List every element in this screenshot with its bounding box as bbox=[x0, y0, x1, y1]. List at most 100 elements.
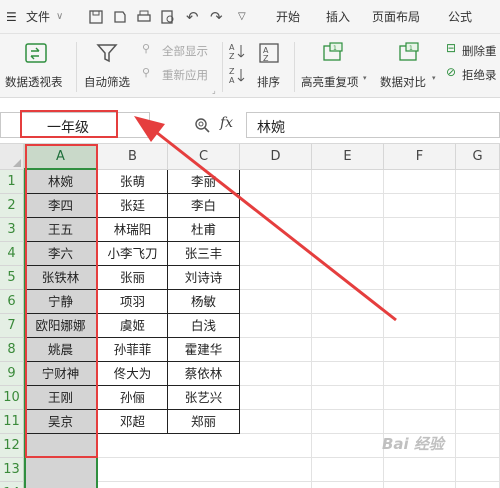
cell-b5[interactable]: 张丽 bbox=[98, 266, 168, 290]
pivot-table-button[interactable]: 数据透视表 bbox=[0, 34, 72, 98]
cell-a13[interactable] bbox=[24, 458, 98, 482]
cell-a12[interactable] bbox=[24, 434, 98, 458]
cell-a5[interactable]: 张铁林 bbox=[24, 266, 98, 290]
file-menu[interactable]: 文件 bbox=[26, 0, 50, 34]
cell-b8[interactable]: 孙菲菲 bbox=[98, 338, 168, 362]
cell-c9[interactable]: 蔡依林 bbox=[168, 362, 240, 386]
highlight-duplicates-icon: 1 bbox=[323, 42, 343, 61]
sort-asc-button[interactable]: A Z bbox=[226, 40, 248, 62]
output-icon[interactable] bbox=[112, 9, 128, 25]
gridline bbox=[455, 170, 456, 488]
tab-formulas[interactable]: 公式 bbox=[448, 0, 472, 34]
undo-icon[interactable]: ↶ bbox=[186, 0, 199, 34]
file-menu-chevron-icon[interactable]: ∨ bbox=[56, 0, 63, 34]
auto-filter-button[interactable]: 自动筛选 bbox=[80, 34, 136, 98]
cell-a9[interactable]: 宁财神 bbox=[24, 362, 98, 386]
cell-c4[interactable]: 张三丰 bbox=[168, 242, 240, 266]
reject-duplicates-button[interactable]: ⊘ 拒绝录 bbox=[444, 64, 500, 84]
cell-a14[interactable] bbox=[24, 482, 98, 488]
row-header-12[interactable]: 12 bbox=[0, 434, 24, 458]
cell-b2[interactable]: 张廷 bbox=[98, 194, 168, 218]
cell-b4[interactable]: 小李飞刀 bbox=[98, 242, 168, 266]
column-header-c[interactable]: C bbox=[168, 144, 240, 170]
name-box-dropdown-icon[interactable]: ▾ bbox=[140, 120, 145, 130]
cell-a1[interactable]: 林婉 bbox=[24, 170, 98, 194]
row-header-7[interactable]: 7 bbox=[0, 314, 24, 338]
column-header-f[interactable]: F bbox=[384, 144, 456, 170]
row-header-4[interactable]: 4 bbox=[0, 242, 24, 266]
cell-c6[interactable]: 杨敏 bbox=[168, 290, 240, 314]
cell-b6[interactable]: 项羽 bbox=[98, 290, 168, 314]
row-header-6[interactable]: 6 bbox=[0, 290, 24, 314]
zoom-icon[interactable] bbox=[194, 117, 210, 133]
fx-icon[interactable]: fx bbox=[220, 115, 233, 131]
cell-c10[interactable]: 张艺兴 bbox=[168, 386, 240, 410]
ribbon: 数据透视表 自动筛选 ⚲ 全部显示 ⚲ 重新应用 ⌟ A Z Z A A Z 排… bbox=[0, 34, 500, 98]
row-header-3[interactable]: 3 bbox=[0, 218, 24, 242]
cell-b7[interactable]: 虞姬 bbox=[98, 314, 168, 338]
data-compare-button[interactable]: 1 数据对比 ▾ bbox=[376, 34, 442, 98]
cell-b10[interactable]: 孙俪 bbox=[98, 386, 168, 410]
svg-text:Z: Z bbox=[229, 52, 235, 60]
menu-icon[interactable]: ☰ bbox=[6, 0, 17, 34]
select-all-corner[interactable] bbox=[0, 144, 24, 170]
column-header-e[interactable]: E bbox=[312, 144, 384, 170]
dialog-launcher-icon[interactable]: ⌟ bbox=[212, 86, 216, 95]
delete-duplicates-button[interactable]: ⊟ 删除重 bbox=[444, 40, 500, 60]
column-header-g[interactable]: G bbox=[456, 144, 500, 170]
tab-home[interactable]: 开始 bbox=[276, 0, 300, 34]
row-header-14[interactable]: 14 bbox=[0, 482, 24, 488]
cell-c1[interactable]: 李丽 bbox=[168, 170, 240, 194]
column-header-a[interactable]: A bbox=[24, 144, 98, 170]
cell-b1[interactable]: 张萌 bbox=[98, 170, 168, 194]
print-preview-icon[interactable] bbox=[160, 9, 176, 25]
gridline bbox=[311, 170, 312, 488]
cell-b3[interactable]: 林瑞阳 bbox=[98, 218, 168, 242]
cell-c8[interactable]: 霍建华 bbox=[168, 338, 240, 362]
row-header-11[interactable]: 11 bbox=[0, 410, 24, 434]
highlight-duplicates-button[interactable]: 1 高亮重复项 ▾ bbox=[298, 34, 372, 98]
cell-c5[interactable]: 刘诗诗 bbox=[168, 266, 240, 290]
data-compare-label: 数据对比 bbox=[380, 75, 426, 89]
row-header-9[interactable]: 9 bbox=[0, 362, 24, 386]
sort-desc-button[interactable]: Z A bbox=[226, 64, 248, 86]
highlight-duplicates-dropdown-icon[interactable]: ▾ bbox=[363, 74, 367, 82]
row-header-10[interactable]: 10 bbox=[0, 386, 24, 410]
print-icon[interactable] bbox=[136, 9, 152, 25]
cell-c2[interactable]: 李白 bbox=[168, 194, 240, 218]
cell-a2[interactable]: 李四 bbox=[24, 194, 98, 218]
cell-a4[interactable]: 李六 bbox=[24, 242, 98, 266]
formula-input[interactable]: 林婉 bbox=[246, 112, 500, 138]
row-header-2[interactable]: 2 bbox=[0, 194, 24, 218]
row-header-13[interactable]: 13 bbox=[0, 458, 24, 482]
cell-a10[interactable]: 王刚 bbox=[24, 386, 98, 410]
tab-page-layout[interactable]: 页面布局 bbox=[372, 0, 420, 34]
cell-a3[interactable]: 王五 bbox=[24, 218, 98, 242]
tab-insert[interactable]: 插入 bbox=[326, 0, 350, 34]
cell-a11[interactable]: 吴京 bbox=[24, 410, 98, 434]
redo-icon[interactable]: ↷ bbox=[210, 0, 223, 34]
column-header-b[interactable]: B bbox=[98, 144, 168, 170]
cell-b11[interactable]: 邓超 bbox=[98, 410, 168, 434]
cell-c3[interactable]: 杜甫 bbox=[168, 218, 240, 242]
cell-c11[interactable]: 郑丽 bbox=[168, 410, 240, 434]
quick-access-chevron-icon[interactable]: ▽ bbox=[238, 0, 246, 34]
cell-b9[interactable]: 佟大为 bbox=[98, 362, 168, 386]
ribbon-separator bbox=[294, 42, 295, 92]
cell-a6[interactable]: 宁静 bbox=[24, 290, 98, 314]
cell-a8[interactable]: 姚晨 bbox=[24, 338, 98, 362]
data-compare-dropdown-icon[interactable]: ▾ bbox=[432, 74, 436, 82]
cell-a7[interactable]: 欧阳娜娜 bbox=[24, 314, 98, 338]
cell-c7[interactable]: 白浅 bbox=[168, 314, 240, 338]
row-header-5[interactable]: 5 bbox=[0, 266, 24, 290]
row-header-1[interactable]: 1 bbox=[0, 170, 24, 194]
column-header-d[interactable]: D bbox=[240, 144, 312, 170]
sort-icon: A Z bbox=[259, 43, 279, 63]
save-icon[interactable] bbox=[88, 9, 104, 25]
pivot-table-label: 数据透视表 bbox=[5, 75, 63, 89]
sort-button[interactable]: A Z 排序 bbox=[252, 34, 288, 98]
row-header-8[interactable]: 8 bbox=[0, 338, 24, 362]
svg-text:A: A bbox=[229, 43, 235, 52]
svg-text:Z: Z bbox=[263, 54, 269, 63]
filter-icon bbox=[96, 44, 118, 63]
